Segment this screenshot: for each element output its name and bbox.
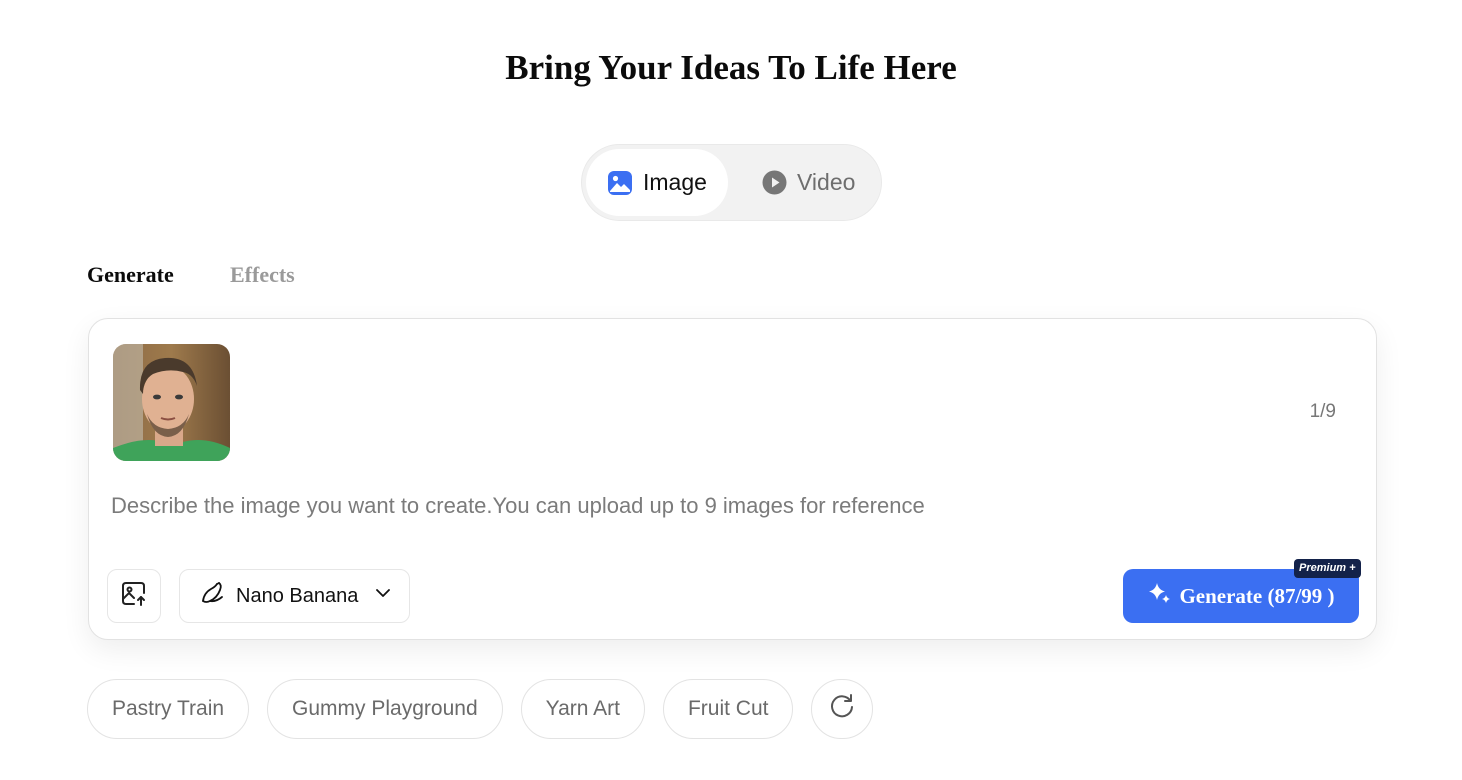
premium-badge: Premium + [1294, 559, 1361, 578]
reference-image-thumbnail[interactable] [113, 344, 230, 461]
suggestion-chip[interactable]: Pastry Train [87, 679, 250, 739]
mode-image-label: Image [643, 169, 707, 195]
model-select[interactable]: Nano Banana [179, 569, 410, 623]
image-counter: 1/9 [1309, 401, 1336, 422]
suggestion-chips: Pastry Train Gummy Playground Yarn Art F… [87, 679, 874, 739]
model-label: Nano Banana [236, 584, 359, 607]
sparkle-icon [1147, 581, 1171, 611]
refresh-suggestions-button[interactable] [811, 679, 874, 739]
tab-generate[interactable]: Generate [87, 262, 174, 288]
mode-switch: Image Video [581, 144, 882, 221]
mode-video-button[interactable]: Video [762, 149, 872, 216]
prompt-input[interactable] [111, 486, 1211, 526]
image-upload-icon [120, 580, 148, 613]
prompt-composer: 1/9 Nano Banana [88, 318, 1377, 640]
mode-image-button[interactable]: Image [586, 149, 728, 216]
generate-label: Generate (87/99 ) [1179, 583, 1335, 608]
refresh-icon [828, 692, 856, 726]
banana-icon [200, 580, 226, 612]
mode-video-label: Video [797, 169, 856, 195]
page-title: Bring Your Ideas To Life Here [505, 48, 957, 87]
tab-effects[interactable]: Effects [230, 262, 295, 288]
suggestion-chip[interactable]: Yarn Art [520, 679, 645, 739]
chevron-down-icon [374, 584, 392, 608]
suggestion-chip[interactable]: Fruit Cut [662, 679, 794, 739]
play-circle-icon [762, 170, 787, 195]
suggestion-chip[interactable]: Gummy Playground [267, 679, 503, 739]
upload-image-button[interactable] [107, 569, 161, 623]
image-icon [607, 170, 633, 196]
